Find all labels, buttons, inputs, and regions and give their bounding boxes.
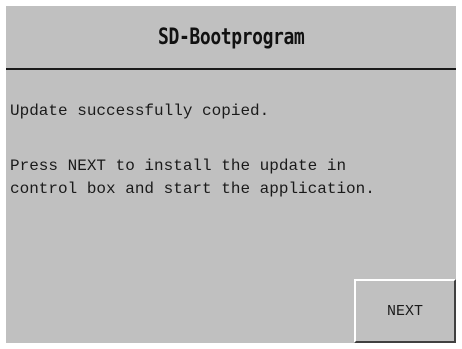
boot-screen: SD-Bootprogram Update successfully copie… (0, 0, 462, 349)
next-button-label: NEXT (386, 302, 423, 320)
next-button[interactable]: NEXT (354, 279, 456, 343)
instruction-line-1: Press NEXT to install the update in (10, 157, 347, 175)
instruction-line-2: control box and start the application. (10, 180, 375, 198)
page-title: SD-Bootprogram (157, 24, 305, 50)
status-message: Update successfully copied. (10, 102, 270, 120)
title-bar: SD-Bootprogram (6, 6, 456, 70)
